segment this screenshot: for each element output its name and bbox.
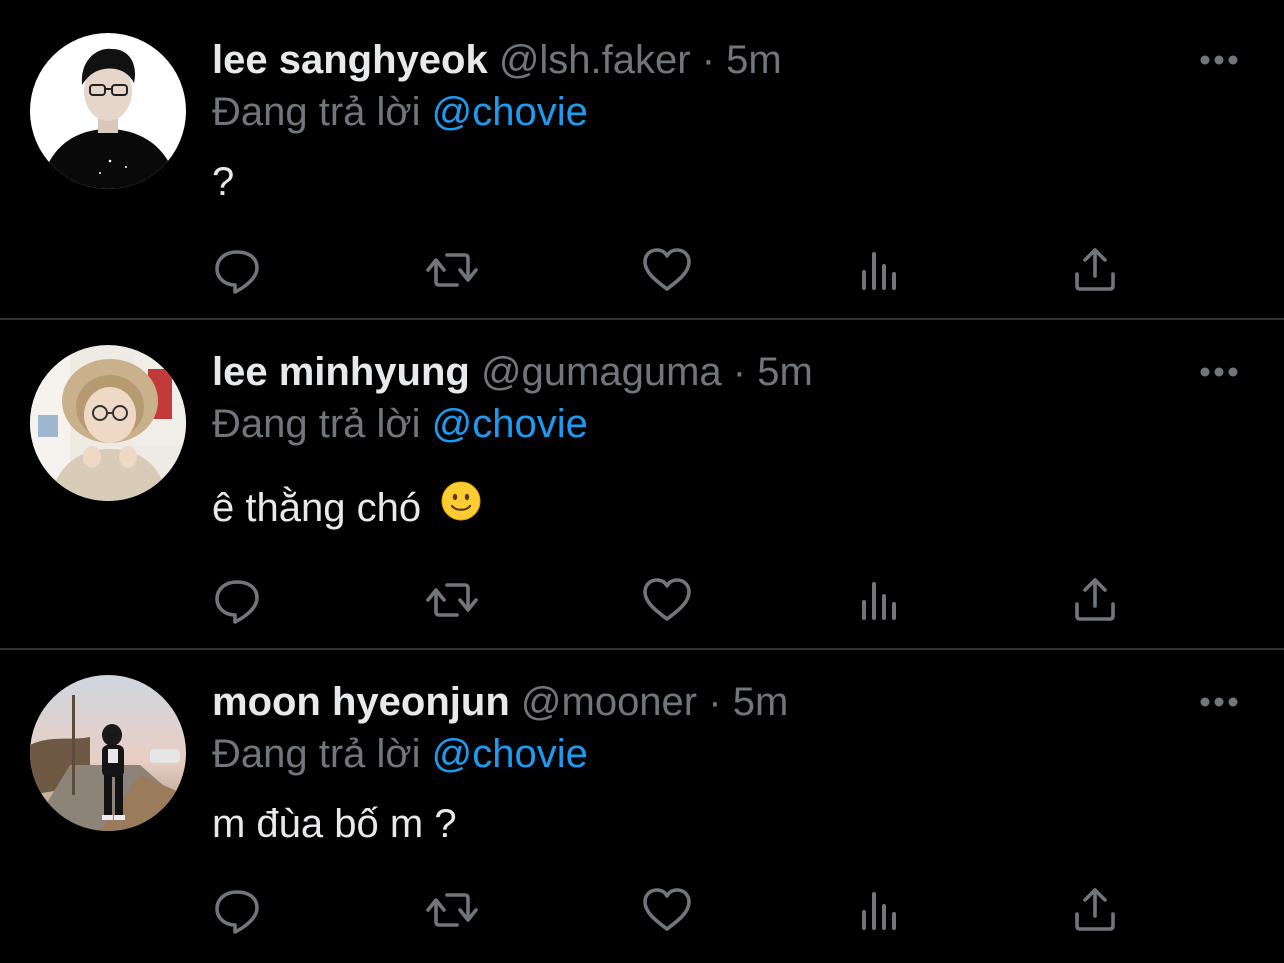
tweet-text: ? [212, 157, 234, 207]
tweet[interactable]: lee sanghyeok @lsh.faker · 5m Đang trả l… [0, 0, 1284, 318]
views-icon[interactable] [853, 242, 909, 298]
tweet-header: lee minhyung @gumaguma · 5m [212, 347, 813, 397]
reply-prefix: Đang trả lời [212, 402, 421, 446]
separator-dot: · [701, 38, 716, 82]
more-icon[interactable] [1194, 45, 1244, 75]
retweet-icon[interactable] [424, 882, 480, 938]
tweet-header: lee sanghyeok @lsh.faker · 5m [212, 35, 782, 85]
reply-icon[interactable] [209, 242, 265, 298]
tweet[interactable]: lee minhyung @gumaguma · 5m Đang trả lời… [0, 320, 1284, 648]
views-icon[interactable] [853, 572, 909, 628]
separator-dot: · [708, 680, 722, 724]
timeline-feed: lee sanghyeok @lsh.faker · 5m Đang trả l… [0, 0, 1284, 963]
username[interactable]: @lsh.faker [499, 38, 691, 82]
more-icon[interactable] [1194, 357, 1244, 387]
username[interactable]: @gumaguma [481, 350, 722, 394]
like-icon[interactable] [639, 572, 695, 628]
share-icon[interactable] [1067, 242, 1123, 298]
display-name[interactable]: lee sanghyeok [212, 38, 488, 82]
reply-prefix: Đang trả lời [212, 732, 421, 776]
tweet-body: ? [212, 160, 235, 204]
tweet-text: ê thằng chó [212, 480, 482, 534]
more-icon[interactable] [1194, 687, 1244, 717]
reply-icon[interactable] [209, 572, 265, 628]
tweet-body: m đùa bố m ? [212, 802, 457, 846]
timestamp[interactable]: 5m [733, 680, 789, 724]
reply-mention-link[interactable]: @chovie [432, 90, 588, 134]
retweet-icon[interactable] [424, 242, 480, 298]
reply-mention-link[interactable]: @chovie [432, 402, 588, 446]
tweet-text: m đùa bố m ? [212, 799, 457, 849]
reply-icon[interactable] [209, 882, 265, 938]
timestamp[interactable]: 5m [726, 38, 782, 82]
retweet-icon[interactable] [424, 572, 480, 628]
replying-to: Đang trả lời @chovie [212, 87, 588, 137]
share-icon[interactable] [1067, 882, 1123, 938]
slightly-smiling-face-icon [440, 480, 482, 534]
share-icon[interactable] [1067, 572, 1123, 628]
display-name[interactable]: moon hyeonjun [212, 680, 510, 724]
avatar[interactable] [30, 345, 186, 501]
reply-prefix: Đang trả lời [212, 90, 421, 134]
avatar[interactable] [30, 33, 186, 189]
timestamp[interactable]: 5m [757, 350, 813, 394]
like-icon[interactable] [639, 882, 695, 938]
replying-to: Đang trả lời @chovie [212, 729, 588, 779]
avatar[interactable] [30, 675, 186, 831]
tweet-body: ê thằng chó [212, 486, 422, 530]
reply-mention-link[interactable]: @chovie [432, 732, 588, 776]
separator-dot: · [732, 350, 747, 394]
replying-to: Đang trả lời @chovie [212, 399, 588, 449]
tweet-header: moon hyeonjun @mooner · 5m [212, 677, 788, 727]
tweet[interactable]: moon hyeonjun @mooner · 5m Đang trả lời … [0, 650, 1284, 963]
like-icon[interactable] [639, 242, 695, 298]
username[interactable]: @mooner [521, 680, 697, 724]
display-name[interactable]: lee minhyung [212, 350, 470, 394]
views-icon[interactable] [853, 882, 909, 938]
